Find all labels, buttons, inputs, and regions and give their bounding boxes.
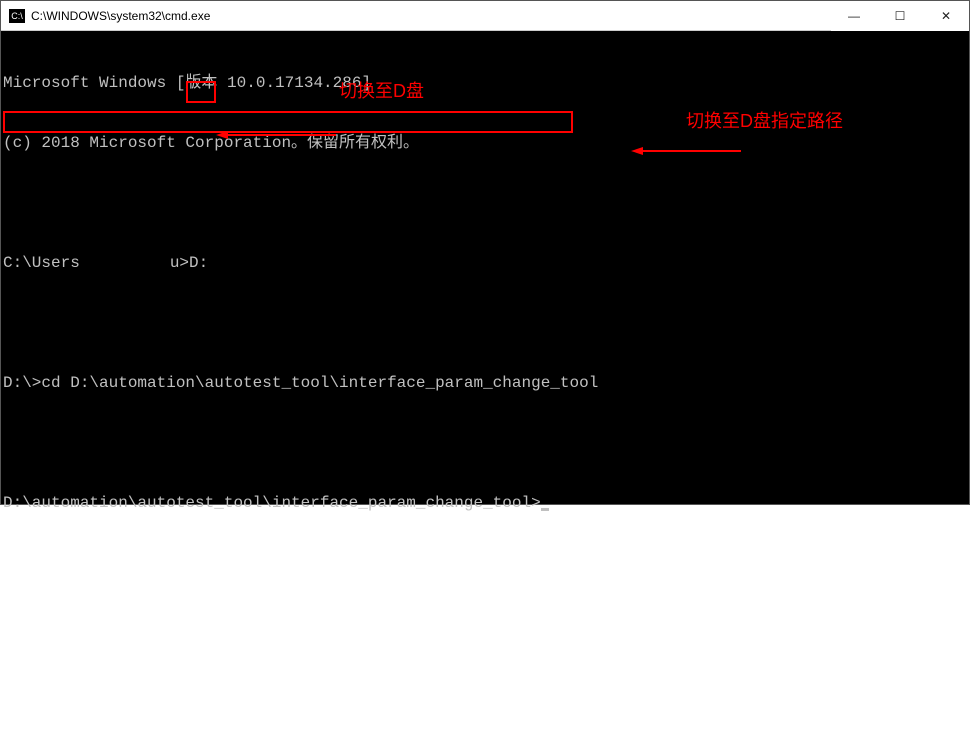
maximize-button[interactable]: ☐ [877,1,923,31]
titlebar[interactable]: C:\ C:\WINDOWS\system32\cmd.exe — ☐ ✕ [1,1,969,31]
terminal-area[interactable]: Microsoft Windows [版本 10.0.17134.286] (c… [1,31,969,504]
terminal-line: Microsoft Windows [版本 10.0.17134.286] [3,73,969,93]
prompt-text: D:\automation\autotest_tool\interface_pa… [3,494,541,512]
window-controls: — ☐ ✕ [831,1,969,31]
terminal-line [3,313,969,333]
close-button[interactable]: ✕ [923,1,969,31]
terminal-line: D:\automation\autotest_tool\interface_pa… [3,493,969,513]
terminal-line: D:\>cd D:\automation\autotest_tool\inter… [3,373,969,393]
cmd-window: C:\ C:\WINDOWS\system32\cmd.exe — ☐ ✕ Mi… [0,0,970,505]
prompt-mid: u> [170,254,189,272]
cursor [541,508,549,511]
minimize-button[interactable]: — [831,1,877,31]
window-title: C:\WINDOWS\system32\cmd.exe [31,9,210,23]
terminal-line [3,433,969,453]
redacted-user [80,255,170,271]
annotation-label-2: 切换至D盘指定路径 [686,111,843,131]
terminal-line: C:\Users u>D: [3,253,969,273]
command-text: D: [189,254,208,272]
cmd-icon: C:\ [9,9,25,23]
prompt-prefix: C:\Users [3,254,80,272]
terminal-line [3,193,969,213]
annotation-box-2 [3,111,573,133]
terminal-line: (c) 2018 Microsoft Corporation。保留所有权利。 [3,133,969,153]
